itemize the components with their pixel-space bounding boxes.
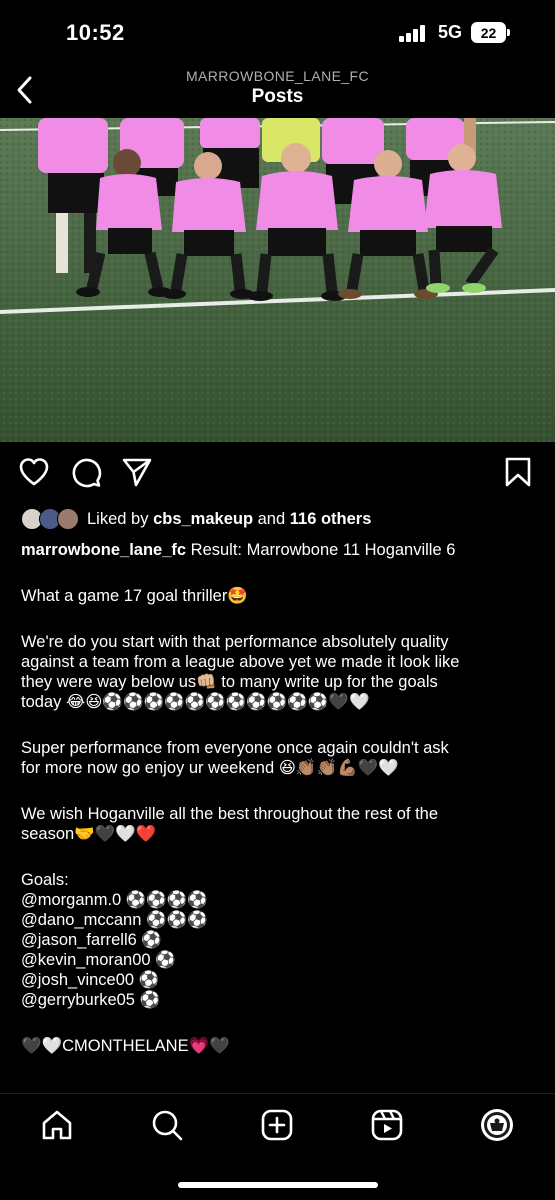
caption-line: Super performance from everyone once aga… [21,739,449,757]
comment-icon [72,458,102,488]
status-time: 10:52 [66,20,125,45]
like-button[interactable] [18,456,50,488]
post-caption: marrowbone_lane_fc Result: Marrowbone 11… [21,540,541,1056]
nav-home[interactable] [40,1108,74,1142]
liker-avatars [21,508,81,530]
nav-profile[interactable] [480,1108,514,1142]
caption-line: Goals: [21,871,69,889]
caption-line: season🤝🖤🤍❤️ [21,825,157,843]
caption-line: 🖤🤍CMONTHELANE💗🖤 [21,1037,230,1055]
battery-icon: 22 [471,22,510,43]
posts-header: MARROWBONE_LANE_FC Posts [0,66,555,116]
caption-result: Result: Marrowbone 11 Hoganville 6 [190,541,456,559]
signal-icon [399,24,429,42]
post-actions [0,456,555,492]
goal-scorer[interactable]: @kevin_moran00 ⚽ [21,950,541,970]
plus-square-icon [261,1109,293,1141]
caption-line: We wish Hoganville all the best througho… [21,805,439,823]
liked-by-user[interactable]: cbs_makeup [153,510,253,529]
profile-avatar [481,1109,513,1141]
post-image[interactable] [0,118,555,442]
status-bar: 10:52 5G 22 [0,0,555,66]
home-indicator[interactable] [178,1182,378,1188]
caption-line: against a team from a league above yet w… [21,653,460,671]
network-label: 5G [438,22,463,42]
liked-by-others[interactable]: 116 others [290,510,372,529]
liked-by-and: and [257,509,286,528]
header-account-name[interactable]: MARROWBONE_LANE_FC [0,68,555,84]
team-photo [0,118,555,442]
paper-plane-icon [122,458,152,487]
nav-create[interactable] [260,1108,294,1142]
likes-summary[interactable]: Liked by cbs_makeup and 116 others [21,507,371,531]
avatar [57,508,79,530]
home-icon [42,1110,72,1140]
caption-line: What a game 17 goal thriller🤩 [21,587,248,605]
nav-search[interactable] [150,1108,184,1142]
battery-level: 22 [471,22,506,43]
comment-button[interactable] [70,456,102,488]
caption-line: they were way below us👊🏼 to many write u… [21,673,438,691]
nav-reels[interactable] [370,1108,404,1142]
heart-icon [19,458,49,486]
liked-by-prefix: Liked by [87,509,149,528]
save-button[interactable] [502,456,534,488]
share-button[interactable] [121,456,153,488]
caption-line: today 😂😆⚽⚽⚽⚽⚽⚽⚽⚽⚽⚽⚽🖤🤍 [21,693,370,711]
page-title: Posts [251,86,304,107]
bookmark-icon [505,457,531,487]
reels-icon [371,1109,403,1141]
search-icon [152,1110,183,1141]
goal-scorer[interactable]: @jason_farrell6 ⚽ [21,930,541,950]
goal-scorer[interactable]: @gerryburke05 ⚽ [21,990,541,1010]
caption-username[interactable]: marrowbone_lane_fc [21,541,186,559]
goal-scorer[interactable]: @dano_mccann ⚽⚽⚽ [21,910,541,930]
caption-line: for more now go enjoy ur weekend 😆👏🏽👏🏽💪🏽… [21,759,399,777]
goal-scorer[interactable]: @josh_vince00 ⚽ [21,970,541,990]
caption-line: We're do you start with that performance… [21,633,449,651]
goal-scorer[interactable]: @morganm.0 ⚽⚽⚽⚽ [21,890,541,910]
